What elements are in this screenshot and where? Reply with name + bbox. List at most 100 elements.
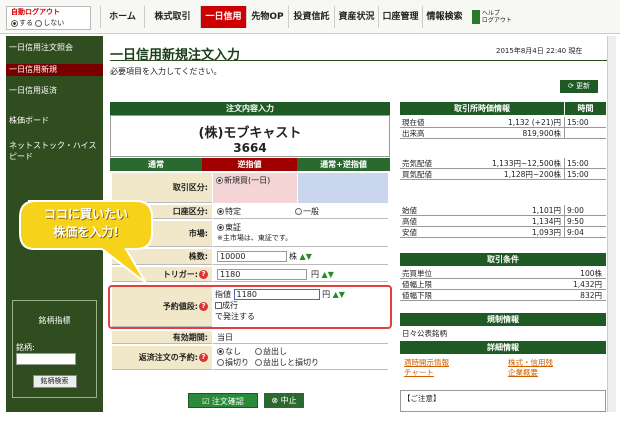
logout-link[interactable]: ログアウト	[482, 17, 512, 24]
quote-cell: 始値	[402, 206, 417, 215]
market-value: 東証	[225, 223, 241, 232]
price-input[interactable]: 1180	[233, 289, 320, 300]
tab-assets[interactable]: 資産状況	[334, 6, 378, 28]
trigger-input[interactable]: 1180	[217, 269, 307, 280]
sidebar-item-inquiry[interactable]: 一日信用注文照会	[6, 42, 103, 53]
scrollbar[interactable]	[607, 36, 616, 412]
cond-header: 取引条件	[400, 253, 606, 266]
repay-both-radio[interactable]	[255, 359, 262, 366]
quote-cell: 1,132 (+21)円	[507, 118, 561, 127]
quote-row: 始値 1,101円 9:00	[400, 205, 606, 216]
quote-cell: 9:50	[564, 216, 606, 227]
sidebar-item-new[interactable]: 一日信用新規	[6, 64, 103, 76]
cond-row: 値幅上限 1,432円	[400, 279, 606, 290]
tab-normal[interactable]: 通常	[110, 158, 202, 171]
quote-cell: 15:00	[564, 117, 606, 128]
notes-label: 【ご注意】	[403, 394, 441, 403]
tab-home[interactable]: ホーム	[100, 6, 144, 28]
quote-cell: 15:00	[564, 169, 606, 180]
trigger-field: 1180 円 ▲▼	[213, 267, 388, 282]
trade-radio[interactable]	[216, 177, 223, 184]
repay-profit-label: 益出し	[263, 347, 287, 356]
confirm-button[interactable]: ☑ 注文確認	[188, 393, 258, 408]
account-specific-radio[interactable]	[217, 208, 224, 215]
quote-cell: 1,133円~12,500株	[492, 159, 561, 168]
market-radio[interactable]	[217, 224, 224, 231]
link-disclosure[interactable]: 適時開示情報	[404, 358, 449, 367]
price-mode: 指値	[215, 290, 231, 299]
quote-row: 売気配値 1,133円~12,500株 15:00	[400, 158, 606, 169]
callout-line2: 株価を入力!	[53, 225, 119, 239]
cond-label: 売買単位	[402, 269, 432, 278]
quote-cell: 買気配値	[402, 170, 432, 179]
logout-on-label: する	[19, 19, 33, 27]
help-link[interactable]: ヘルプ	[482, 10, 500, 17]
tab-search[interactable]: 情報検索	[422, 6, 466, 28]
quote-cell: 高値	[402, 217, 417, 226]
tab-stock[interactable]: 株式取引	[144, 6, 200, 28]
cond-label: 値幅上限	[402, 280, 432, 289]
trigger-stepper[interactable]: ▲▼	[319, 270, 334, 279]
page-subtitle: 必要項目を入力してください。	[110, 67, 222, 76]
refresh-label: 更新	[576, 82, 591, 90]
link-margin[interactable]: 株式・信用残	[508, 358, 553, 368]
price-label-text: 予約値段:	[162, 302, 198, 311]
repay-none-radio[interactable]	[217, 348, 224, 355]
sidebar-item-repay[interactable]: 一日信用返済	[6, 85, 103, 96]
repay-field: なし 益出し 損切り 益出しと損切り	[213, 346, 388, 370]
account-general-radio[interactable]	[295, 208, 302, 215]
cancel-button[interactable]: ⊗ 中止	[264, 393, 304, 408]
trigger-unit: 円	[311, 270, 319, 279]
quote-row: 安値 1,093円 9:04	[400, 227, 606, 238]
qty-stepper[interactable]: ▲▼	[297, 252, 312, 261]
refresh-button[interactable]: ⟳ 更新	[560, 80, 598, 93]
market-order-label: 成行	[222, 301, 238, 310]
market-order-checkbox[interactable]	[215, 302, 222, 309]
cond-row: 値幅下限 832円	[400, 290, 606, 301]
repay-label: 返済注文の予約:?	[112, 346, 212, 370]
quote-cell	[564, 128, 606, 139]
tab-futures[interactable]: 先物OP	[246, 6, 288, 28]
qty-input[interactable]: 10000	[217, 251, 287, 262]
quote-cell: 1,101円	[532, 206, 561, 215]
tab-account[interactable]: 口座管理	[378, 6, 422, 28]
repay-none-label: なし	[225, 347, 241, 356]
stock-search-input[interactable]	[16, 353, 76, 365]
repay-loss-label: 損切り	[225, 358, 249, 367]
repay-help-icon[interactable]: ?	[199, 353, 208, 362]
quote-row: 出来高 819,900株	[400, 128, 606, 139]
trigger-help-icon[interactable]: ?	[199, 270, 208, 279]
market-note: ※主市場は、東証です。	[217, 234, 293, 242]
detail-header: 詳細情報	[400, 341, 606, 354]
validity-value: 当日	[213, 331, 388, 344]
callout-text: ココに買いたい 株価を入力!	[22, 205, 150, 241]
repay-loss-radio[interactable]	[217, 359, 224, 366]
logout-on-radio[interactable]	[11, 19, 18, 27]
link-chart[interactable]: チャート	[404, 368, 434, 377]
repay-profit-radio[interactable]	[255, 348, 262, 355]
logout-off-radio[interactable]	[35, 19, 43, 27]
cond-row: 売買単位 100株	[400, 268, 606, 279]
quote-cell: 15:00	[564, 158, 606, 169]
stock-search-button[interactable]: 銘柄検索	[32, 375, 77, 388]
trigger-label-text: トリガー:	[162, 270, 198, 279]
trade-value: 新規買(一日)	[224, 176, 271, 185]
tab-combo[interactable]: 通常+逆指値	[297, 158, 390, 171]
quote-cell: 安値	[402, 228, 417, 237]
sidebar-item-netstock[interactable]: ネットストック・ハイスピード	[6, 140, 101, 162]
link-company[interactable]: 企業概要	[508, 368, 538, 378]
trade-empty-cell	[298, 173, 388, 203]
datetime: 2015年8月4日 22:40 現在	[496, 47, 583, 55]
sidebar-item-board[interactable]: 株価ボード	[6, 115, 103, 126]
tab-fund[interactable]: 投資信託	[288, 6, 334, 28]
stock-info: (株)モブキャスト 3664	[110, 115, 390, 157]
repay-label-text: 返済注文の予約:	[138, 353, 198, 362]
price-help-icon[interactable]: ?	[199, 302, 208, 311]
repay-both-label: 益出しと損切り	[263, 358, 319, 367]
tab-margin-day[interactable]: 一日信用	[200, 6, 246, 28]
quote-cell: 現在値	[402, 118, 425, 127]
price-stepper[interactable]: ▲▼	[330, 290, 345, 299]
stock-code: 3664	[233, 141, 267, 155]
order-header: 注文内容入力	[110, 102, 390, 115]
tab-stop[interactable]: 逆指値	[202, 158, 297, 171]
